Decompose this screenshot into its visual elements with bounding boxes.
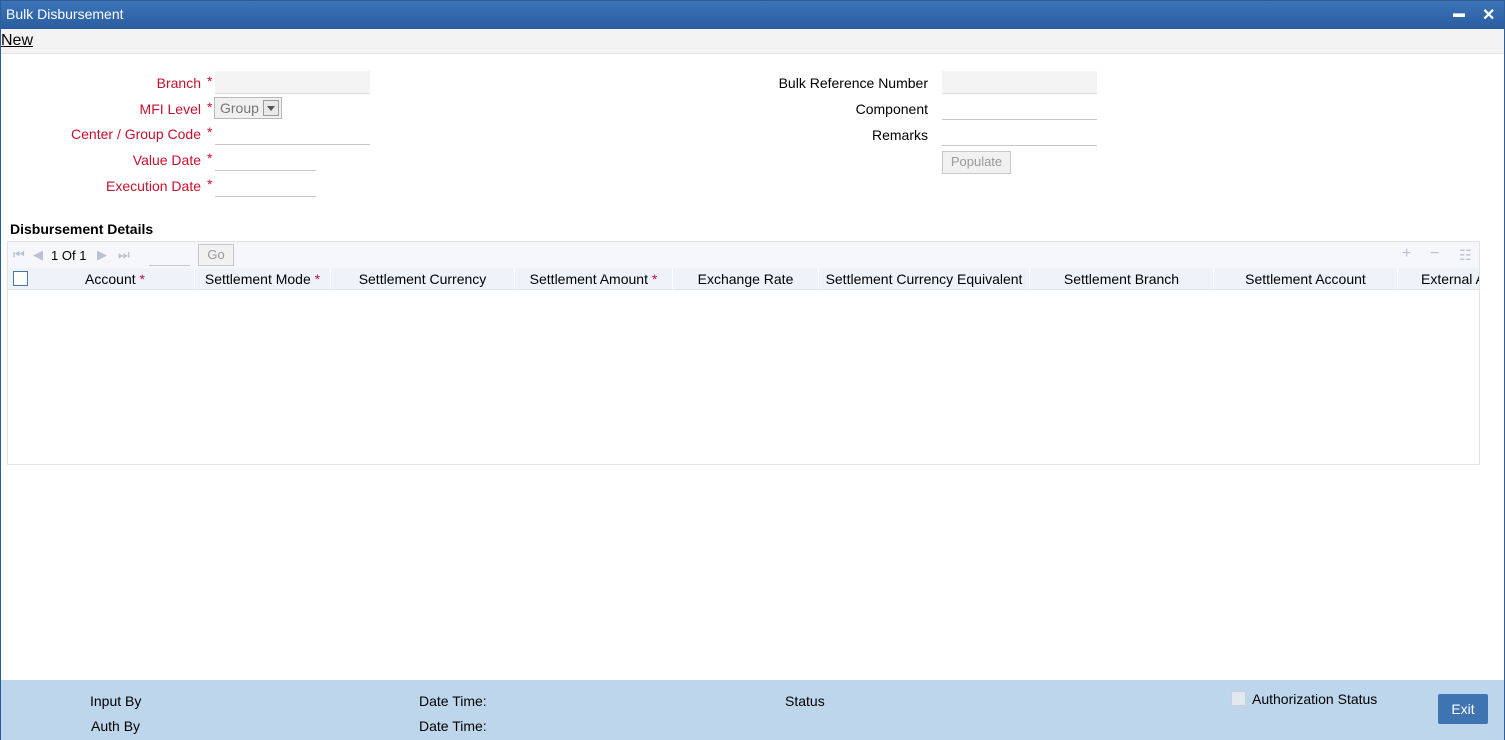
- new-menu-link[interactable]: New: [1, 32, 33, 50]
- go-button[interactable]: Go: [198, 244, 234, 266]
- audit-footer: Input By Auth By Date Time: Date Time: S…: [1, 680, 1504, 740]
- columns-icon[interactable]: ☷: [1459, 247, 1472, 264]
- column-label: Settlement Branch: [1063, 271, 1180, 287]
- column-label: Settlement Currency: [358, 271, 487, 287]
- previous-page-icon[interactable]: ◀: [33, 247, 43, 263]
- execution-date-input[interactable]: [215, 174, 316, 197]
- input-by-label: Input By: [90, 693, 142, 709]
- required-mark: *: [207, 99, 213, 115]
- column-header-external-account[interactable]: External A: [1398, 268, 1479, 289]
- column-label: Settlement Amount: [529, 271, 648, 287]
- column-label: Settlement Mode: [204, 271, 311, 287]
- required-mark: *: [651, 271, 658, 287]
- required-mark: *: [207, 124, 213, 140]
- delete-row-icon[interactable]: −: [1430, 245, 1439, 263]
- mfi-level-value: Group: [220, 100, 259, 116]
- grid-toolbar: ⏮ ◀ 1 Of 1 ▶ ⏭ Go + − ☷: [8, 242, 1479, 268]
- authorization-status-checkbox: [1231, 691, 1246, 706]
- bulk-reference-number-label: Bulk Reference Number: [778, 75, 928, 91]
- column-label: Exchange Rate: [697, 271, 794, 287]
- execution-date-label: Execution Date: [106, 178, 201, 194]
- value-date-label: Value Date: [132, 152, 201, 168]
- required-mark: *: [139, 271, 145, 287]
- status-label: Status: [785, 693, 825, 709]
- component-label: Component: [855, 101, 928, 117]
- date-time-label: Date Time:: [419, 718, 487, 734]
- authorization-status-label: Authorization Status: [1252, 691, 1378, 707]
- total-pages: 1: [79, 248, 87, 263]
- add-row-icon[interactable]: +: [1402, 245, 1411, 263]
- required-mark: *: [207, 150, 213, 166]
- remarks-label: Remarks: [871, 127, 928, 143]
- current-page: 1: [51, 248, 59, 263]
- auth-by-label: Auth By: [91, 718, 141, 734]
- component-input[interactable]: [942, 97, 1097, 120]
- of-label: Of: [61, 248, 76, 263]
- column-header-settlement-account[interactable]: Settlement Account: [1214, 268, 1398, 289]
- column-header-exchange-rate[interactable]: Exchange Rate: [673, 268, 819, 289]
- bulk-disbursement-window: Bulk Disbursement ▬ ✕ New Branch * MFI L…: [0, 0, 1505, 740]
- populate-button[interactable]: Populate: [942, 151, 1011, 174]
- mfi-level-select[interactable]: Group: [214, 97, 282, 119]
- grid-header: Account * Settlement Mode * Settlement C…: [8, 268, 1479, 290]
- next-page-icon[interactable]: ▶: [97, 247, 107, 263]
- menu-bar: New: [1, 29, 1504, 54]
- select-all-checkbox[interactable]: [13, 271, 28, 286]
- first-page-icon[interactable]: ⏮: [13, 247, 25, 263]
- required-mark: *: [207, 73, 213, 89]
- chevron-down-icon[interactable]: [263, 100, 279, 116]
- column-header-settlement-currency-equivalent[interactable]: Settlement Currency Equivalent: [819, 268, 1030, 289]
- exit-button[interactable]: Exit: [1438, 694, 1488, 724]
- required-mark: *: [207, 176, 213, 192]
- column-header-settlement-branch[interactable]: Settlement Branch: [1030, 268, 1214, 289]
- page-number-input[interactable]: [149, 245, 190, 266]
- column-header-settlement-amount[interactable]: Settlement Amount *: [515, 268, 673, 289]
- page-indicator: 1 Of 1: [51, 248, 86, 263]
- window-title: Bulk Disbursement: [6, 6, 124, 22]
- column-label: Settlement Currency Equivalent: [825, 271, 1023, 287]
- remarks-input[interactable]: [942, 123, 1097, 146]
- center-group-code-input[interactable]: [215, 122, 370, 145]
- branch-input[interactable]: [215, 71, 370, 94]
- branch-label: Branch: [156, 75, 201, 91]
- bulk-reference-number-input[interactable]: [942, 71, 1097, 94]
- column-header-settlement-currency[interactable]: Settlement Currency: [331, 268, 515, 289]
- center-group-code-label: Center / Group Code: [71, 126, 201, 142]
- disbursement-details-grid: ⏮ ◀ 1 Of 1 ▶ ⏭ Go + − ☷ Account * Settle…: [7, 241, 1480, 465]
- value-date-input[interactable]: [215, 148, 316, 171]
- disbursement-details-title: Disbursement Details: [10, 221, 154, 237]
- column-label: Settlement Account: [1245, 271, 1366, 287]
- column-label: External A: [1421, 271, 1479, 287]
- minimize-icon[interactable]: ▬: [1453, 6, 1465, 20]
- mfi-level-label: MFI Level: [139, 101, 201, 117]
- title-bar: Bulk Disbursement ▬ ✕: [1, 1, 1504, 29]
- last-page-icon[interactable]: ⏭: [118, 247, 130, 263]
- close-icon[interactable]: ✕: [1482, 5, 1495, 25]
- column-header-account[interactable]: Account *: [36, 268, 195, 289]
- column-header-settlement-mode[interactable]: Settlement Mode *: [195, 268, 331, 289]
- required-mark: *: [314, 271, 321, 287]
- date-time-label: Date Time:: [419, 693, 487, 709]
- column-label: Account: [85, 271, 136, 287]
